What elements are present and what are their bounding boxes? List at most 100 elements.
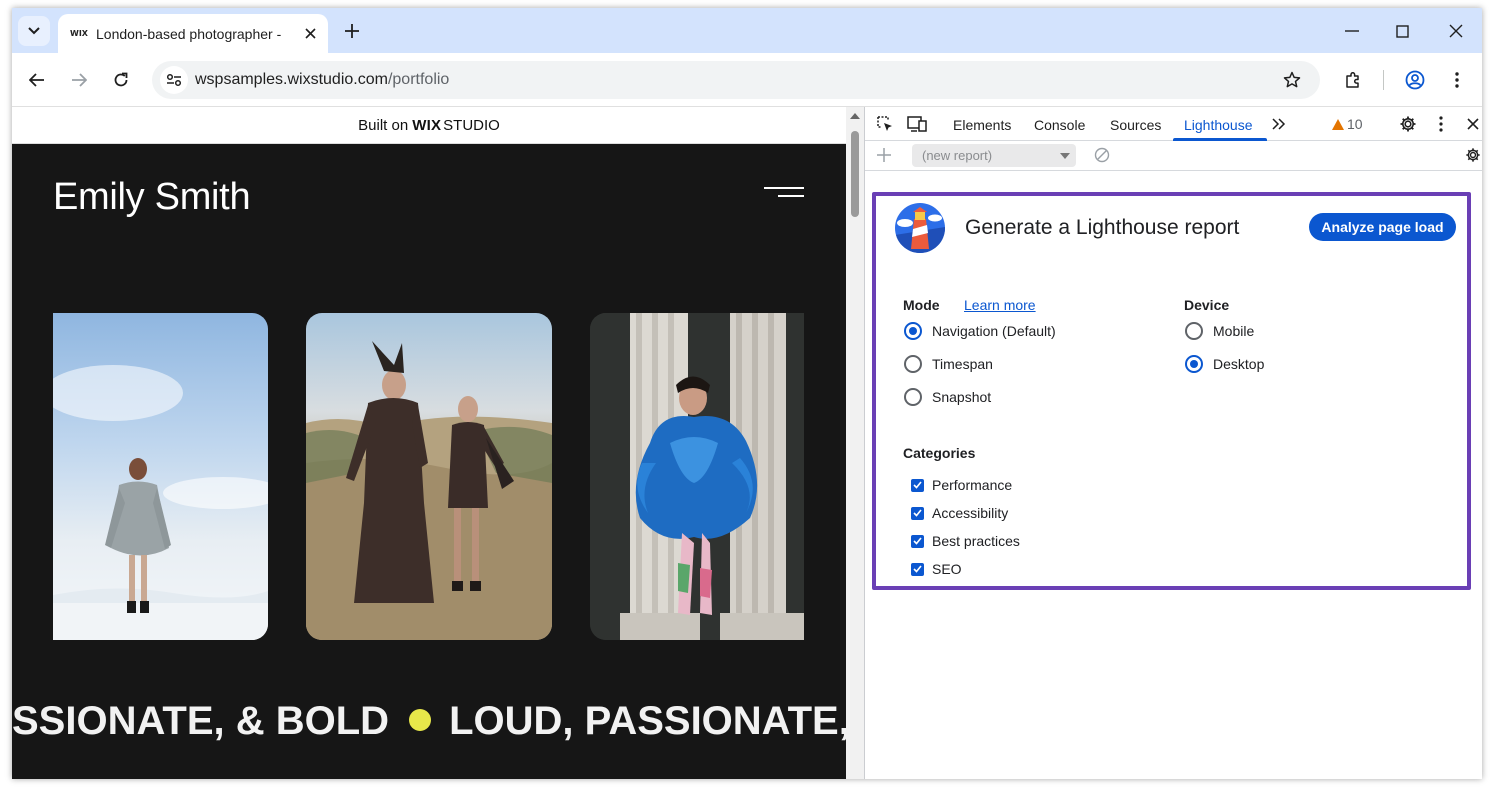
tab-search-button[interactable] bbox=[18, 16, 50, 46]
tab-sources[interactable]: Sources bbox=[1110, 117, 1161, 133]
select-element-icon bbox=[877, 116, 892, 131]
mode-label: Mode bbox=[903, 297, 940, 313]
device-option-mobile[interactable]: Mobile bbox=[1185, 322, 1254, 340]
tab-title: London-based photographer - bbox=[96, 25, 282, 42]
category-label: Performance bbox=[932, 477, 1013, 493]
built-on-banner[interactable]: Built on WIX STUDIO bbox=[12, 107, 846, 144]
scrollbar-thumb[interactable] bbox=[851, 131, 859, 217]
star-icon bbox=[1283, 71, 1301, 88]
tab-elements[interactable]: Elements bbox=[953, 117, 1011, 133]
radio-selected-icon bbox=[904, 322, 922, 340]
learn-more-link[interactable]: Learn more bbox=[964, 297, 1036, 313]
extensions-button[interactable] bbox=[1339, 66, 1367, 94]
tab-lighthouse[interactable]: Lighthouse bbox=[1184, 117, 1253, 133]
device-toolbar-button[interactable] bbox=[905, 113, 929, 135]
built-on-label: Built on bbox=[358, 116, 409, 134]
clear-reports-button[interactable] bbox=[1090, 144, 1114, 166]
report-select-value: (new report) bbox=[922, 148, 993, 163]
category-best-practices[interactable]: Best practices bbox=[911, 533, 1020, 549]
menu-line-icon bbox=[764, 187, 804, 189]
devtools-menu-button[interactable] bbox=[1429, 113, 1453, 135]
report-select[interactable]: (new report) bbox=[912, 144, 1076, 167]
web-page-viewport: Built on WIX STUDIO Emily Smith SSIONATE… bbox=[12, 107, 846, 779]
plus-icon bbox=[345, 24, 359, 38]
maximize-icon bbox=[1395, 24, 1409, 38]
close-window-button[interactable] bbox=[1438, 16, 1474, 46]
site-info-button[interactable] bbox=[160, 66, 188, 94]
lighthouse-start-panel: Generate a Lighthouse report Analyze pag… bbox=[872, 192, 1471, 590]
browser-tab[interactable]: WIX London-based photographer - bbox=[58, 14, 328, 53]
tab-console[interactable]: Console bbox=[1034, 117, 1085, 133]
profile-button[interactable] bbox=[1401, 66, 1429, 94]
reload-icon bbox=[114, 72, 128, 87]
more-tabs-button[interactable] bbox=[1267, 113, 1291, 135]
lighthouse-title: Generate a Lighthouse report bbox=[965, 216, 1240, 239]
checkbox-checked-icon bbox=[911, 506, 924, 520]
warnings-counter[interactable]: 10 bbox=[1332, 116, 1363, 132]
hamburger-menu-button[interactable] bbox=[764, 187, 804, 207]
forward-button[interactable] bbox=[65, 66, 93, 94]
device-option-label: Mobile bbox=[1213, 323, 1255, 339]
lighthouse-settings-button[interactable] bbox=[1461, 144, 1482, 166]
menu-line-icon bbox=[778, 195, 804, 197]
device-option-desktop[interactable]: Desktop bbox=[1185, 355, 1264, 373]
checkbox-checked-icon bbox=[911, 478, 924, 492]
reload-button[interactable] bbox=[107, 66, 135, 94]
url-domain: wspsamples.wixstudio.com bbox=[195, 71, 388, 88]
back-button[interactable] bbox=[23, 66, 51, 94]
portfolio-photo-blue-tulle[interactable] bbox=[590, 313, 804, 640]
marquee-dot-icon bbox=[409, 709, 432, 732]
gear-icon bbox=[1466, 148, 1480, 162]
chevron-down-icon bbox=[28, 27, 40, 35]
category-label: Best practices bbox=[932, 533, 1020, 549]
minimize-icon bbox=[1345, 30, 1359, 32]
devtools-tab-bar: Elements Console Sources Lighthouse 10 bbox=[865, 107, 1482, 141]
scroll-up-arrow-icon[interactable] bbox=[850, 113, 860, 119]
marquee-banner: SSIONATE, & BOLD LOUD, PASSIONATE, & BO bbox=[12, 699, 846, 744]
maximize-button[interactable] bbox=[1384, 16, 1420, 46]
mode-option-label: Snapshot bbox=[932, 389, 992, 405]
mode-option-timespan[interactable]: Timespan bbox=[904, 355, 993, 373]
checkbox-checked-icon bbox=[911, 562, 924, 576]
account-icon bbox=[1405, 70, 1425, 90]
analyze-page-load-button[interactable]: Analyze page load bbox=[1309, 213, 1456, 241]
wix-logo: WIX bbox=[412, 116, 442, 134]
page-scrollbar[interactable] bbox=[846, 107, 864, 779]
browser-menu-button[interactable] bbox=[1443, 66, 1471, 94]
forward-arrow-icon bbox=[72, 73, 87, 87]
category-accessibility[interactable]: Accessibility bbox=[911, 505, 1008, 521]
mode-option-label: Navigation (Default) bbox=[932, 323, 1056, 339]
lighthouse-logo-icon bbox=[895, 203, 945, 253]
plus-icon bbox=[877, 148, 891, 162]
site-title[interactable]: Emily Smith bbox=[53, 176, 251, 219]
warning-count: 10 bbox=[1347, 116, 1363, 132]
mode-option-navigation[interactable]: Navigation (Default) bbox=[904, 322, 1056, 340]
devtools-settings-button[interactable] bbox=[1396, 113, 1420, 135]
studio-label: STUDIO bbox=[443, 116, 500, 134]
address-bar[interactable]: wspsamples.wixstudio.com/portfolio bbox=[152, 61, 1320, 99]
portfolio-photo-gowns[interactable] bbox=[306, 313, 552, 640]
tab-close-button[interactable] bbox=[298, 22, 322, 46]
wix-favicon-icon: WIX bbox=[70, 29, 88, 38]
minimize-button[interactable] bbox=[1334, 16, 1370, 46]
category-seo[interactable]: SEO bbox=[911, 561, 962, 577]
radio-unselected-icon bbox=[904, 388, 922, 406]
category-performance[interactable]: Performance bbox=[911, 477, 1012, 493]
bookmark-button[interactable] bbox=[1280, 68, 1304, 92]
model-in-blue-tulle-image bbox=[590, 313, 804, 640]
new-tab-button[interactable] bbox=[340, 19, 364, 43]
browser-toolbar: wspsamples.wixstudio.com/portfolio bbox=[12, 53, 1482, 107]
new-report-button[interactable] bbox=[872, 144, 896, 166]
categories-label: Categories bbox=[903, 445, 976, 461]
mode-option-snapshot[interactable]: Snapshot bbox=[904, 388, 991, 406]
portfolio-photo-snow[interactable] bbox=[53, 313, 268, 640]
close-devtools-button[interactable] bbox=[1461, 113, 1482, 135]
devtools-panel: Elements Console Sources Lighthouse 10 (… bbox=[864, 107, 1482, 779]
puzzle-icon bbox=[1346, 71, 1359, 88]
back-arrow-icon bbox=[29, 73, 44, 87]
tab-strip: WIX London-based photographer - bbox=[12, 8, 1482, 53]
inspect-element-button[interactable] bbox=[873, 113, 897, 135]
close-icon bbox=[304, 28, 316, 39]
double-chevron-right-icon bbox=[1272, 118, 1286, 130]
category-label: SEO bbox=[932, 561, 962, 577]
